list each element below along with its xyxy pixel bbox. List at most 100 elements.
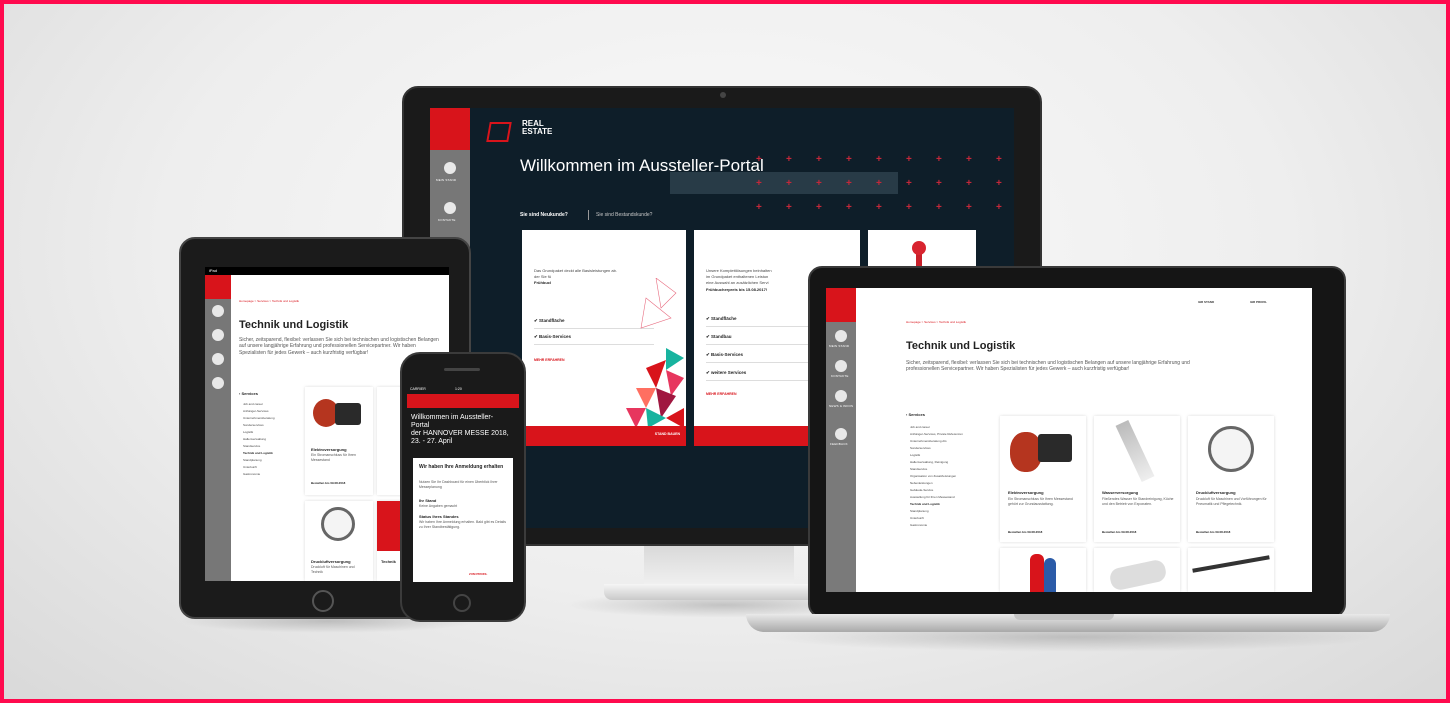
plus-decoration-icon: + xyxy=(906,154,912,165)
service-list-item[interactable]: Gebäude-Service xyxy=(910,487,994,494)
product-card[interactable]: Druckluftversorgung Druckluft für Maschi… xyxy=(305,501,373,581)
tab-divider xyxy=(588,210,589,220)
more-info-link[interactable]: MEHR ERFAHREN xyxy=(706,392,737,396)
service-list-item[interactable]: Anhänger-Services, Private Referenzen xyxy=(910,431,994,438)
service-list-item[interactable]: Standplanung xyxy=(243,457,303,464)
intro-text: Sicher, zeitsparend, flexibel: verlassen… xyxy=(906,360,1190,373)
section-title: Status Ihres Standes xyxy=(419,514,459,519)
service-list-item[interactable]: Job and career xyxy=(910,424,994,431)
plus-decoration-icon: + xyxy=(876,178,882,189)
registration-text: Nutzen Sie Ihr Dashboard für einen Überb… xyxy=(419,480,498,489)
breadcrumb[interactable]: Homepage > Services > Technik und Logist… xyxy=(906,320,966,324)
tab-existing-customer[interactable]: Sie sind Bestandskunde? xyxy=(596,212,652,218)
news-icon[interactable] xyxy=(212,353,224,365)
plus-decoration-icon: + xyxy=(846,202,852,213)
sidebar-brand-block xyxy=(430,108,470,150)
service-list-item[interactable]: Nebenleistungen xyxy=(910,480,994,487)
services-heading-label: Services xyxy=(908,412,925,417)
service-list-item[interactable]: Gastronomie xyxy=(910,522,994,529)
plus-decoration-icon: + xyxy=(756,202,762,213)
service-list-item[interactable]: Unternehmensberatung xyxy=(243,415,303,422)
carrier-label: CARRIER xyxy=(410,387,426,391)
phone-header-bar xyxy=(407,394,519,408)
service-list-item[interactable]: Logistik xyxy=(910,452,994,459)
contacts-icon[interactable] xyxy=(212,329,224,341)
contacts-icon[interactable] xyxy=(835,360,847,372)
service-list-item[interactable]: Sonderservices xyxy=(910,445,994,452)
service-list-item[interactable]: Anhänger-Services xyxy=(243,408,303,415)
product-card-partial[interactable] xyxy=(1000,548,1086,592)
plus-decoration-icon: + xyxy=(756,154,762,165)
plus-decoration-icon: + xyxy=(846,178,852,189)
feature-label: Standfläche xyxy=(539,318,565,323)
feature-label: Standfläche xyxy=(711,316,737,321)
product-title: Elektroversorgung xyxy=(1008,490,1044,495)
meter-box-image xyxy=(1038,434,1072,462)
services-heading: ‹ Services xyxy=(239,391,258,396)
news-icon[interactable] xyxy=(835,390,847,402)
phone-status-bar: CARRIER 1:20 xyxy=(407,386,519,393)
service-list-item[interactable]: Job and career xyxy=(243,401,303,408)
monitor-camera xyxy=(720,92,726,98)
sidebar-item-label: MEIN STAND xyxy=(829,344,850,348)
feedback-icon[interactable] xyxy=(835,428,847,440)
page-title: Willkommen im Aussteller-Portal xyxy=(520,156,764,175)
product-card-partial[interactable] xyxy=(1094,548,1180,592)
plus-decoration-icon: + xyxy=(966,154,972,165)
feedback-icon[interactable] xyxy=(212,377,224,389)
profile-link[interactable]: ZUM PROFIL xyxy=(469,572,487,576)
sidebar-item-label: KONTAKTE xyxy=(438,218,456,222)
phone-home-button[interactable] xyxy=(453,594,471,612)
plus-decoration-icon: + xyxy=(996,178,1002,189)
product-text: Ein Stromanschluss für Ihren Messestand … xyxy=(1008,497,1073,506)
header-my-stand[interactable]: IHR STAND xyxy=(1198,300,1214,304)
stand-icon[interactable] xyxy=(835,330,847,342)
product-title: Druckluftversorgung xyxy=(311,559,351,564)
feature-label: weitere Services xyxy=(711,370,747,375)
breadcrumb[interactable]: Homepage > Services > Technik und Logist… xyxy=(239,299,299,303)
service-list-item[interactable]: Unterkunft xyxy=(910,515,994,522)
tab-new-customer[interactable]: Sie sind Neukunde? xyxy=(520,212,568,218)
service-list-item[interactable]: Unterkunft xyxy=(243,464,303,471)
brand-logo-icon xyxy=(486,122,512,142)
sidebar-brand-block xyxy=(826,288,856,322)
service-list-item[interactable]: Sonderservices xyxy=(243,422,303,429)
geometric-decoration xyxy=(626,278,684,428)
more-info-link[interactable]: MEHR ERFAHREN xyxy=(534,358,565,362)
service-list-item[interactable]: Ausstellung für Ihren Messestand xyxy=(910,494,994,501)
service-list-item[interactable]: Logistik xyxy=(243,429,303,436)
contacts-icon[interactable] xyxy=(444,202,456,214)
feature-label: Standbau xyxy=(711,334,732,339)
service-list-item[interactable]: Hallenverwaltung, Reinigung xyxy=(910,459,994,466)
service-list-item[interactable]: Standservice xyxy=(243,443,303,450)
service-list-item[interactable]: Standservice xyxy=(910,466,994,473)
stand-icon[interactable] xyxy=(444,162,456,174)
product-deadline: Bestellen bis 09.08.2018 xyxy=(1196,530,1231,534)
product-card[interactable]: Elektroversorgung Ein Stromanschluss für… xyxy=(305,387,373,495)
stand-icon[interactable] xyxy=(212,305,224,317)
product-text: Fließendes Wasser für Standreinigung, Kü… xyxy=(1102,497,1174,506)
product-text: Ein Stromanschluss für Ihren Messestand xyxy=(311,453,356,462)
service-list-item[interactable]: Gastronomie xyxy=(243,471,303,478)
service-list-item[interactable]: Standplanung xyxy=(910,508,994,515)
phone-screen: CARRIER 1:20 Willkommen im Aussteller- P… xyxy=(407,386,519,586)
meter-box-image xyxy=(335,403,361,425)
service-list-item[interactable]: Unternehmensberatung AG xyxy=(910,438,994,445)
product-card[interactable]: Wasserversorgung Fließendes Wasser für S… xyxy=(1094,416,1180,542)
product-card[interactable]: Druckluftversorgung Druckluft für Maschi… xyxy=(1188,416,1274,542)
service-list-item[interactable]: Organisation von Zusatzleistungen xyxy=(910,473,994,480)
service-list-item[interactable]: Technik und Logistik xyxy=(910,501,994,508)
page-title: Willkommen im Aussteller- Portal der HAN… xyxy=(411,414,519,446)
pressure-gauge-image xyxy=(321,507,355,541)
monitor-stand-base xyxy=(604,584,834,600)
plus-decoration-icon: + xyxy=(756,178,762,189)
plus-decoration-icon: + xyxy=(966,178,972,189)
product-card-partial[interactable] xyxy=(1188,548,1274,592)
tablet-home-button[interactable] xyxy=(312,590,334,612)
plus-decoration-icon: + xyxy=(816,154,822,165)
build-stand-button[interactable]: STAND BAUEN xyxy=(522,426,686,446)
header-my-profile[interactable]: IHR PROFIL xyxy=(1250,300,1267,304)
service-list-item[interactable]: Technik und Logistik xyxy=(243,450,303,457)
product-card[interactable]: Elektroversorgung Ein Stromanschluss für… xyxy=(1000,416,1086,542)
service-list-item[interactable]: Hallenverwaltung xyxy=(243,436,303,443)
